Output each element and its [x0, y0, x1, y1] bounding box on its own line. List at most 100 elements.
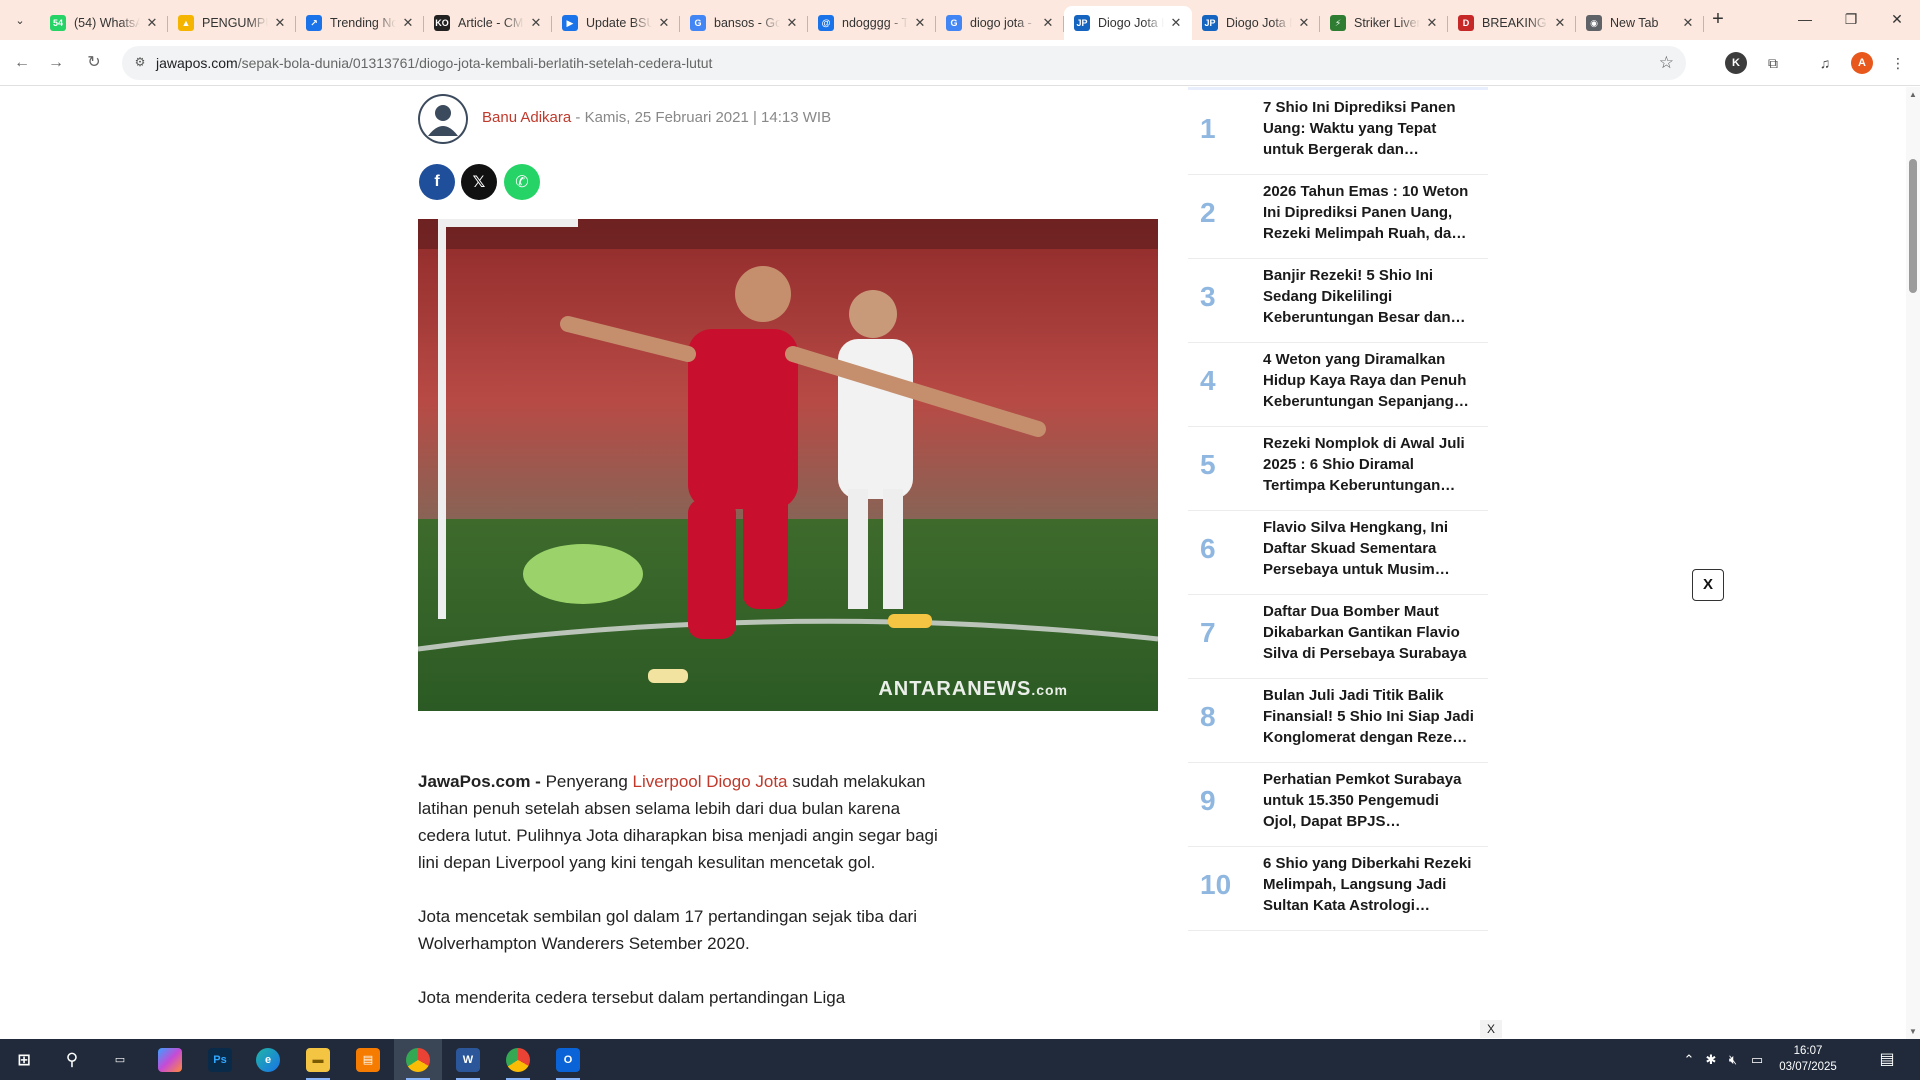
scroll-up-arrow-icon[interactable]: ▲	[1909, 90, 1917, 99]
author-avatar[interactable]	[418, 94, 468, 144]
address-bar[interactable]: ⚙ jawapos.com/sepak-bola-dunia/01313761/…	[122, 46, 1686, 80]
popular-article-item[interactable]: 6 Flavio Silva Hengkang, Ini Daftar Skuad…	[1188, 511, 1488, 595]
tray-expand-icon[interactable]: ⌃	[1680, 1039, 1698, 1080]
search-button[interactable]: ⚲	[48, 1039, 96, 1080]
media-control-icon[interactable]: ♫	[1814, 52, 1836, 74]
reload-button[interactable]: ↻	[82, 51, 106, 75]
popular-article-title[interactable]: 2026 Tahun Emas : 10 Weton Ini Diprediks…	[1263, 181, 1475, 244]
browser-tab[interactable]: ▲ PENGUMPULAN ✕	[168, 6, 296, 40]
popular-article-title[interactable]: 6 Shio yang Diberkahi Rezeki Melimpah, L…	[1263, 853, 1475, 916]
start-button[interactable]: ⊞	[0, 1039, 48, 1080]
minimize-button[interactable]: —	[1782, 0, 1828, 40]
popular-article-title[interactable]: Daftar Dua Bomber Maut Dikabarkan Gantik…	[1263, 601, 1475, 664]
popular-article-title[interactable]: 4 Weton yang Diramalkan Hidup Kaya Raya …	[1263, 349, 1475, 412]
author-name-link[interactable]: Banu Adikara	[482, 109, 571, 126]
tab-title: Article - CMS	[458, 16, 524, 30]
browser-tab[interactable]: ▶ Update BSU ✕	[552, 6, 680, 40]
task-view-button[interactable]: ▭	[96, 1039, 144, 1080]
url-text[interactable]: jawapos.com/sepak-bola-dunia/01313761/di…	[156, 55, 712, 71]
tab-close-icon[interactable]: ✕	[784, 15, 800, 31]
popular-article-title[interactable]: Bulan Juli Jadi Titik Balik Finansial! 5…	[1263, 685, 1475, 748]
browser-tab[interactable]: KO Article - CMS ✕	[424, 6, 552, 40]
taskbar-chrome[interactable]	[394, 1039, 442, 1080]
popular-article-title[interactable]: Flavio Silva Hengkang, Ini Daftar Skuad …	[1263, 517, 1475, 580]
extension-avatar-icon[interactable]: K	[1725, 52, 1747, 74]
tab-close-icon[interactable]: ✕	[1168, 15, 1184, 31]
share-facebook-icon[interactable]: f	[419, 164, 455, 200]
browser-menu-icon[interactable]: ⋮	[1887, 52, 1909, 74]
bookmark-star-icon[interactable]: ☆	[1659, 53, 1674, 73]
rank-number: 1	[1200, 113, 1216, 144]
tab-close-icon[interactable]: ✕	[656, 15, 672, 31]
popular-article-item[interactable]: 2 2026 Tahun Emas : 10 Weton Ini Dipredik…	[1188, 175, 1488, 259]
popular-article-title[interactable]: 7 Shio Ini Diprediksi Panen Uang: Waktu …	[1263, 97, 1475, 160]
tab-close-icon[interactable]: ✕	[1296, 15, 1312, 31]
chrome-icon: ◉	[1586, 15, 1602, 31]
browser-tab[interactable]: D BREAKING NEWS ✕	[1448, 6, 1576, 40]
page-scrollbar[interactable]: ▲ ▼	[1906, 87, 1920, 1039]
taskbar-word[interactable]: W	[444, 1039, 492, 1080]
popular-article-item[interactable]: 8 Bulan Juli Jadi Titik Balik Finansial! …	[1188, 679, 1488, 763]
browser-tab[interactable]: ↗ Trending Now ✕	[296, 6, 424, 40]
back-button[interactable]: ←	[10, 51, 34, 75]
browser-tab[interactable]: ⚡ Striker Liverpool ✕	[1320, 6, 1448, 40]
jawapos-icon: JP	[1202, 15, 1218, 31]
extensions-puzzle-icon[interactable]: ⧉	[1762, 52, 1784, 74]
forward-button[interactable]: →	[44, 51, 68, 75]
browser-tab[interactable]: JP Diogo Jota Meninggal ✕	[1192, 6, 1320, 40]
scroll-down-arrow-icon[interactable]: ▼	[1909, 1027, 1917, 1036]
tab-close-icon[interactable]: ✕	[144, 15, 160, 31]
popular-article-item[interactable]: 1 7 Shio Ini Diprediksi Panen Uang: Waktu…	[1188, 91, 1488, 175]
tab-title: bansos - Google	[714, 16, 780, 30]
new-tab-button[interactable]: +	[1706, 8, 1730, 32]
browser-tab[interactable]: ◉ New Tab ✕	[1576, 6, 1704, 40]
bookmark-icon: ▶	[562, 15, 578, 31]
volume-muted-icon[interactable]: 🔇︎	[1724, 1039, 1742, 1080]
browser-tab[interactable]: JP Diogo Jota Kembali ✕	[1064, 6, 1192, 40]
article-inline-link[interactable]: Liverpool Diogo Jota	[633, 772, 788, 791]
popular-article-title[interactable]: Perhatian Pemkot Surabaya untuk 15.350 P…	[1263, 769, 1475, 832]
tab-close-icon[interactable]: ✕	[1040, 15, 1056, 31]
ad-close-button[interactable]: X	[1692, 569, 1724, 601]
site-info-icon[interactable]: ⚙	[132, 55, 148, 71]
popular-article-item[interactable]: 4 4 Weton yang Diramalkan Hidup Kaya Raya…	[1188, 343, 1488, 427]
taskbar-edge[interactable]: e	[244, 1039, 292, 1080]
scrollbar-thumb[interactable]	[1909, 159, 1917, 293]
tab-close-icon[interactable]: ✕	[1552, 15, 1568, 31]
popular-article-title[interactable]: Banjir Rezeki! 5 Shio Ini Sedang Dikelil…	[1263, 265, 1475, 328]
taskbar-photoshop[interactable]: Ps	[196, 1039, 244, 1080]
browser-tab[interactable]: @ ndogggg - Threads ✕	[808, 6, 936, 40]
close-window-button[interactable]: ✕	[1874, 0, 1920, 40]
popular-article-title[interactable]: Rezeki Nomplok di Awal Juli 2025 : 6 Shi…	[1263, 433, 1475, 496]
browser-tab[interactable]: Gdiogo jota - Google ✕	[936, 6, 1064, 40]
network-icon[interactable]: ▭	[1748, 1039, 1766, 1080]
tab-close-icon[interactable]: ✕	[400, 15, 416, 31]
tab-close-icon[interactable]: ✕	[272, 15, 288, 31]
restore-button[interactable]: ❐	[1828, 0, 1874, 40]
tab-search-button[interactable]: ⌄	[8, 8, 32, 32]
browser-tab[interactable]: Gbansos - Google ✕	[680, 6, 808, 40]
tab-close-icon[interactable]: ✕	[1424, 15, 1440, 31]
tab-close-icon[interactable]: ✕	[528, 15, 544, 31]
bottom-ad-close-button[interactable]: X	[1480, 1020, 1502, 1038]
popular-article-item[interactable]: 9 Perhatian Pemkot Surabaya untuk 15.350 …	[1188, 763, 1488, 847]
taskbar-clock[interactable]: 16:07 03/07/2025	[1768, 1043, 1848, 1075]
profile-avatar[interactable]: A	[1851, 52, 1873, 74]
popular-article-item[interactable]: 10 6 Shio yang Diberkahi Rezeki Melimpah,…	[1188, 847, 1488, 931]
popular-article-item[interactable]: 3 Banjir Rezeki! 5 Shio Ini Sedang Dikeli…	[1188, 259, 1488, 343]
share-whatsapp-icon[interactable]: ✆	[504, 164, 540, 200]
bluetooth-icon[interactable]: ✱	[1702, 1039, 1720, 1080]
notification-center-icon[interactable]: ▤	[1872, 1039, 1902, 1080]
tab-title: Trending Now	[330, 16, 396, 30]
taskbar-file-explorer[interactable]: ▬	[294, 1039, 342, 1080]
taskbar-office-app[interactable]: ▤	[344, 1039, 392, 1080]
taskbar-chrome-2[interactable]	[494, 1039, 542, 1080]
popular-article-item[interactable]: 5 Rezeki Nomplok di Awal Juli 2025 : 6 Sh…	[1188, 427, 1488, 511]
share-x-icon[interactable]: 𝕏	[461, 164, 497, 200]
tab-close-icon[interactable]: ✕	[912, 15, 928, 31]
popular-article-item[interactable]: 7 Daftar Dua Bomber Maut Dikabarkan Ganti…	[1188, 595, 1488, 679]
taskbar-copilot[interactable]	[146, 1039, 194, 1080]
tab-close-icon[interactable]: ✕	[1680, 15, 1696, 31]
browser-tab[interactable]: 54 (54) WhatsApp ✕	[40, 6, 168, 40]
taskbar-outlook[interactable]: O	[544, 1039, 592, 1080]
